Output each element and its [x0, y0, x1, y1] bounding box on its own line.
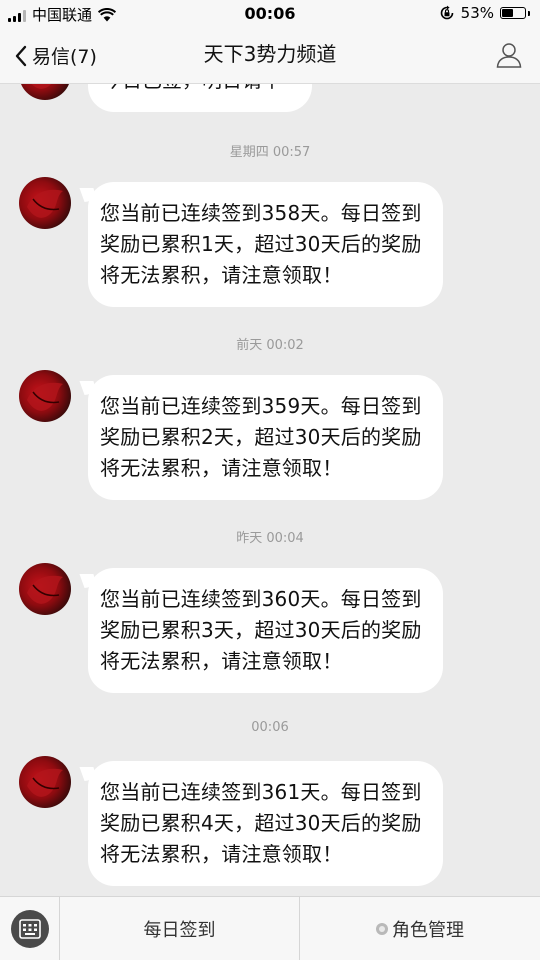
avatar[interactable] [19, 756, 71, 808]
avatar[interactable] [19, 370, 71, 422]
keyboard-icon [11, 910, 49, 948]
message-text: 您当前已连续签到361天。每日签到奖励已累积4天，超过30天后的奖励将无法累积，… [100, 780, 422, 866]
status-bar: 中国联通 00:06 53% [0, 0, 540, 28]
screen: 中国联通 00:06 53% 易信(7) 天下3势力频道 星期四 00:57 您… [0, 0, 540, 960]
chat-list[interactable]: 今日已签，明日请早 星期四 00:57 您当前已连续签到358天。每日签到奖励已… [0, 84, 540, 896]
message-timestamp: 00:06 [251, 720, 289, 735]
message-text: 您当前已连续签到358天。每日签到奖励已累积1天，超过30天后的奖励将无法累积，… [100, 201, 422, 287]
bottom-menu-bar: 每日签到 角色管理 [0, 896, 540, 960]
dot-icon [376, 923, 388, 935]
battery-icon [500, 7, 526, 19]
daily-checkin-label: 每日签到 [143, 920, 216, 941]
message-text: 您当前已连续签到359天。每日签到奖励已累积2天，超过30天后的奖励将无法累积，… [100, 394, 422, 480]
avatar[interactable] [19, 84, 71, 100]
message-bubble[interactable]: 您当前已连续签到359天。每日签到奖励已累积2天，超过30天后的奖励将无法累积，… [88, 375, 443, 500]
avatar[interactable] [19, 563, 71, 615]
message-timestamp: 前天 00:02 [236, 338, 304, 353]
role-manage-label: 角色管理 [392, 920, 464, 941]
role-manage-button[interactable]: 角色管理 [300, 897, 540, 960]
message-text: 今日已签，明日请早 [102, 84, 282, 93]
message-timestamp: 星期四 00:57 [229, 145, 311, 160]
battery-tip [528, 10, 530, 16]
avatar[interactable] [19, 177, 71, 229]
keyboard-toggle-button[interactable] [0, 897, 60, 960]
rotation-lock-icon [440, 5, 453, 20]
person-icon[interactable] [496, 42, 522, 68]
message-bubble[interactable]: 您当前已连续签到358天。每日签到奖励已累积1天，超过30天后的奖励将无法累积，… [88, 182, 443, 307]
message-bubble-partial[interactable]: 今日已签，明日请早 [88, 84, 312, 112]
battery-percent: 53% [460, 4, 494, 22]
page-title: 天下3势力频道 [203, 42, 337, 66]
message-text: 您当前已连续签到360天。每日签到奖励已累积3天，超过30天后的奖励将无法累积，… [100, 587, 422, 673]
message-bubble[interactable]: 您当前已连续签到360天。每日签到奖励已累积3天，超过30天后的奖励将无法累积，… [88, 568, 443, 693]
status-right: 53% [439, 4, 530, 22]
nav-bar: 易信(7) 天下3势力频道 [0, 28, 540, 84]
message-timestamp: 昨天 00:04 [236, 531, 304, 546]
message-bubble[interactable]: 您当前已连续签到361天。每日签到奖励已累积4天，超过30天后的奖励将无法累积，… [88, 761, 443, 886]
daily-checkin-button[interactable]: 每日签到 [60, 897, 300, 960]
